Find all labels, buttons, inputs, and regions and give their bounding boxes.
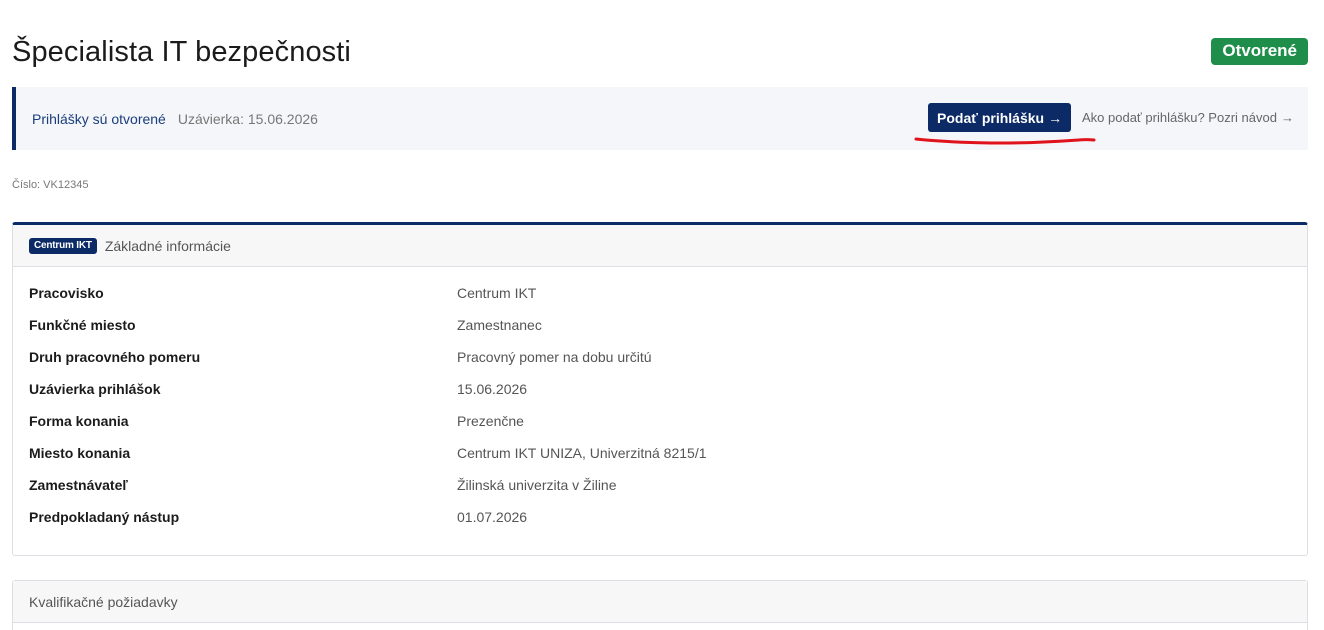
- job-number: Číslo: VK12345: [12, 179, 89, 191]
- info-value: 15.06.2026: [457, 381, 528, 397]
- info-value: Centrum IKT: [457, 285, 537, 301]
- info-label: Zamestnávateľ: [29, 477, 128, 493]
- info-row-form: Forma konania Prezenčne: [29, 413, 1289, 445]
- info-label: Miesto konania: [29, 445, 131, 461]
- page-title: Špecialista IT bezpečnosti: [12, 36, 351, 68]
- basic-info-card: Centrum IKT Základné informácie Pracovis…: [12, 222, 1308, 556]
- info-value: Pracovný pomer na dobu určitú: [457, 349, 652, 365]
- guide-link-label: Ako podať prihlášku? Pozri návod: [1082, 110, 1277, 125]
- info-label: Forma konania: [29, 413, 129, 429]
- org-badge: Centrum IKT: [29, 237, 97, 254]
- arrow-right-icon: →: [1048, 109, 1063, 126]
- red-underline-annotation: [914, 137, 1096, 145]
- info-row-employer: Zamestnávateľ Žilinská univerzita v Žili…: [29, 477, 1289, 509]
- basic-info-header: Centrum IKT Základné informácie: [13, 225, 1307, 267]
- basic-info-title: Základné informácie: [104, 237, 231, 254]
- application-notice-bar: Prihlášky sú otvorené Uzávierka: 15.06.2…: [12, 87, 1308, 150]
- application-guide-link[interactable]: Ako podať prihlášku? Pozri návod →: [1082, 110, 1294, 125]
- info-value: 01.07.2026: [457, 509, 528, 525]
- application-status-text: Prihlášky sú otvorené: [32, 110, 166, 127]
- info-label: Funkčné miesto: [29, 317, 136, 333]
- info-row-position: Funkčné miesto Zamestnanec: [29, 317, 1289, 349]
- info-row-location: Miesto konania Centrum IKT UNIZA, Univer…: [29, 445, 1289, 477]
- info-value: Centrum IKT UNIZA, Univerzitná 8215/1: [457, 445, 707, 461]
- application-deadline-text: Uzávierka: 15.06.2026: [177, 110, 318, 127]
- info-label: Pracovisko: [29, 285, 104, 301]
- qualification-card: Kvalifikačné požiadavky: [12, 580, 1308, 630]
- info-label: Predpokladaný nástup: [29, 509, 180, 525]
- status-badge: Otvorené: [1211, 38, 1308, 65]
- apply-button[interactable]: Podať prihlášku →: [928, 103, 1072, 132]
- qualification-title: Kvalifikačné požiadavky: [29, 593, 178, 610]
- info-label: Druh pracovného pomeru: [29, 349, 201, 365]
- info-row-start-date: Predpokladaný nástup 01.07.2026: [29, 509, 1289, 541]
- arrow-right-icon: →: [1280, 110, 1294, 125]
- basic-info-table: Pracovisko Centrum IKT Funkčné miesto Za…: [29, 285, 1289, 541]
- apply-button-label: Podať prihlášku: [937, 109, 1045, 126]
- qualification-header: Kvalifikačné požiadavky: [13, 581, 1307, 623]
- info-value: Zamestnanec: [457, 317, 542, 333]
- info-value: Žilinská univerzita v Žiline: [457, 477, 617, 493]
- info-row-employment-type: Druh pracovného pomeru Pracovný pomer na…: [29, 349, 1289, 381]
- info-row-deadline: Uzávierka prihlášok 15.06.2026: [29, 381, 1289, 413]
- info-row-workplace: Pracovisko Centrum IKT: [29, 285, 1289, 317]
- info-label: Uzávierka prihlášok: [29, 381, 161, 397]
- info-value: Prezenčne: [457, 413, 524, 429]
